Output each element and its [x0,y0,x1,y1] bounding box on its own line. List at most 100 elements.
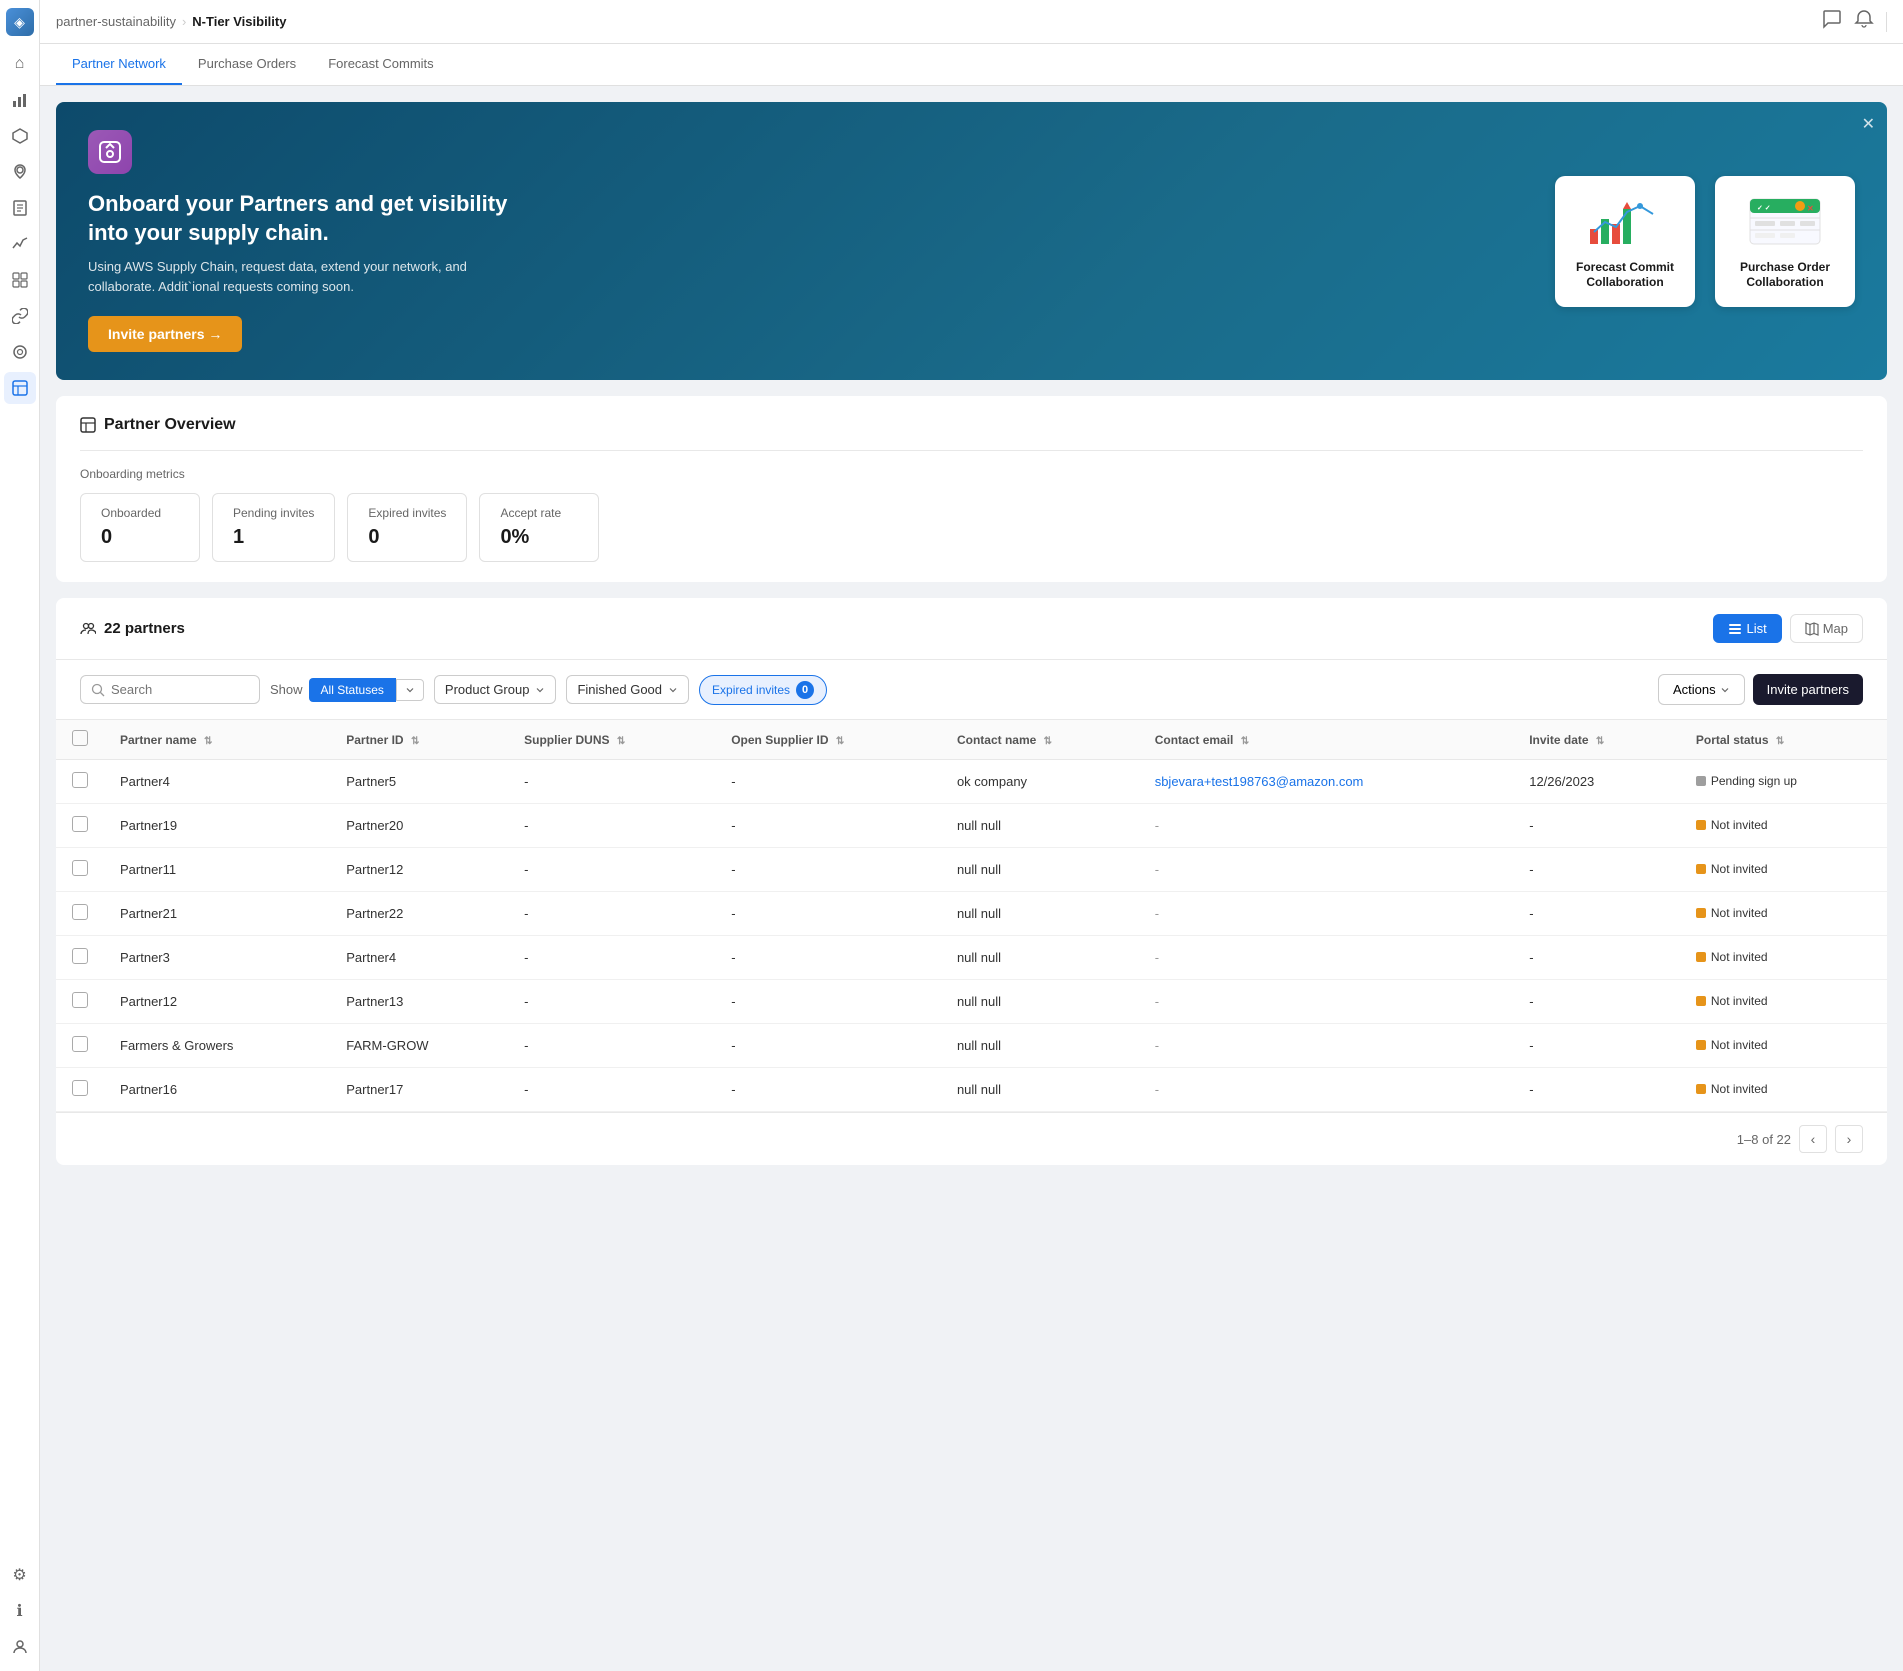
svg-text:✕: ✕ [1807,204,1814,213]
sidebar-item-info[interactable]: ℹ [4,1595,36,1627]
row-partner-id: Partner13 [330,980,508,1024]
sidebar-item-inventory[interactable] [4,120,36,152]
product-group-label: Product Group [445,682,530,697]
forecast-commit-image [1585,192,1665,252]
breadcrumb-separator: › [182,14,186,29]
col-invite-date[interactable]: Invite date ⇅ [1513,720,1680,760]
row-invite-date: - [1513,892,1680,936]
select-all-checkbox[interactable] [72,730,88,746]
metric-onboarded: Onboarded 0 [80,493,200,562]
banner-close-button[interactable]: ✕ [1862,114,1875,134]
row-invite-date: - [1513,936,1680,980]
sidebar-item-user[interactable] [4,1631,36,1663]
col-contact-name[interactable]: Contact name ⇅ [941,720,1139,760]
status-indicator [1696,908,1706,918]
topbar-divider [1886,12,1887,32]
pagination-prev-button[interactable]: ‹ [1799,1125,1827,1153]
sidebar-item-home[interactable]: ⌂ [4,48,36,80]
row-portal-status: Not invited [1680,848,1887,892]
forecast-commit-label: Forecast Commit Collaboration [1576,260,1674,291]
banner-cards: Forecast Commit Collaboration ✓ ✓ [1523,102,1887,380]
metric-onboarded-value: 0 [101,526,179,549]
invite-partners-table-button[interactable]: Invite partners [1753,674,1863,705]
row-portal-status: Pending sign up [1680,760,1887,804]
row-supplier-duns: - [508,980,715,1024]
row-checkbox[interactable] [72,992,88,1008]
purchase-order-label: Purchase Order Collaboration [1740,260,1830,291]
table-row: Partner12 Partner13 - - null null - - No… [56,980,1887,1024]
status-indicator [1696,864,1706,874]
row-partner-name: Farmers & Growers [104,1024,330,1068]
row-checkbox[interactable] [72,860,88,876]
status-dropdown[interactable] [396,679,424,701]
partners-header: 22 partners List Map [56,598,1887,660]
table-row: Partner3 Partner4 - - null null - - Not … [56,936,1887,980]
topbar-actions [1822,8,1887,36]
chat-icon[interactable] [1822,9,1842,34]
row-contact-name: null null [941,1024,1139,1068]
row-checkbox[interactable] [72,948,88,964]
col-partner-id[interactable]: Partner ID ⇅ [330,720,508,760]
row-checkbox[interactable] [72,772,88,788]
row-checkbox[interactable] [72,1080,88,1096]
col-open-supplier-id[interactable]: Open Supplier ID ⇅ [715,720,941,760]
banner-left: Onboard your Partners and get visibility… [56,102,556,380]
row-checkbox[interactable] [72,816,88,832]
sidebar-item-analytics[interactable] [4,84,36,116]
row-contact-name: null null [941,936,1139,980]
sidebar: ◈ ⌂ ⚙ ℹ [0,0,40,1671]
row-portal-status: Not invited [1680,1024,1887,1068]
row-open-supplier-id: - [715,1024,941,1068]
sidebar-item-circle[interactable] [4,336,36,368]
sidebar-item-chart[interactable] [4,228,36,260]
col-contact-email[interactable]: Contact email ⇅ [1139,720,1514,760]
row-checkbox-cell [56,1068,104,1112]
col-partner-name[interactable]: Partner name ⇅ [104,720,330,760]
tab-forecast-commits[interactable]: Forecast Commits [312,44,449,85]
row-contact-name: null null [941,892,1139,936]
sidebar-item-network[interactable] [4,372,36,404]
metric-onboarded-label: Onboarded [101,506,179,520]
status-label: Pending sign up [1711,774,1797,788]
status-label: Not invited [1711,862,1768,876]
metrics-label: Onboarding metrics [80,467,1863,481]
product-group-dropdown[interactable]: Product Group [434,675,557,704]
partners-section: 22 partners List Map [56,598,1887,1165]
row-checkbox-cell [56,892,104,936]
section-divider [80,450,1863,451]
actions-button[interactable]: Actions [1658,674,1745,705]
invite-date-sort-icon: ⇅ [1596,736,1604,747]
search-input[interactable] [111,682,231,697]
table-row: Partner21 Partner22 - - null null - - No… [56,892,1887,936]
sidebar-item-link[interactable] [4,300,36,332]
forecast-commit-card[interactable]: Forecast Commit Collaboration [1555,176,1695,307]
notification-icon[interactable] [1854,9,1874,34]
tab-purchase-orders[interactable]: Purchase Orders [182,44,312,85]
partner-overview-title: Partner Overview [80,416,1863,434]
pagination-next-button[interactable]: › [1835,1125,1863,1153]
sidebar-item-grid[interactable] [4,264,36,296]
map-view-button[interactable]: Map [1790,614,1863,643]
row-partner-id: Partner22 [330,892,508,936]
sidebar-item-location[interactable] [4,156,36,188]
main-tabs: Partner Network Purchase Orders Forecast… [40,44,1903,86]
col-supplier-duns[interactable]: Supplier DUNS ⇅ [508,720,715,760]
purchase-order-card[interactable]: ✓ ✓ ✕ [1715,176,1855,307]
row-supplier-duns: - [508,804,715,848]
row-invite-date: - [1513,1024,1680,1068]
metrics-row: Onboarded 0 Pending invites 1 Expired in… [80,493,1863,562]
row-partner-name: Partner21 [104,892,330,936]
list-view-button[interactable]: List [1713,614,1781,643]
sidebar-item-orders[interactable] [4,192,36,224]
row-checkbox[interactable] [72,904,88,920]
tab-partner-network[interactable]: Partner Network [56,44,182,85]
expired-invites-filter[interactable]: Expired invites 0 [699,675,827,705]
search-box[interactable] [80,675,260,704]
sidebar-item-settings[interactable]: ⚙ [4,1559,36,1591]
row-checkbox-cell [56,980,104,1024]
invite-partners-banner-button[interactable]: Invite partners → [88,316,242,352]
col-portal-status[interactable]: Portal status ⇅ [1680,720,1887,760]
row-supplier-duns: - [508,1024,715,1068]
row-checkbox[interactable] [72,1036,88,1052]
finished-good-dropdown[interactable]: Finished Good [566,675,689,704]
